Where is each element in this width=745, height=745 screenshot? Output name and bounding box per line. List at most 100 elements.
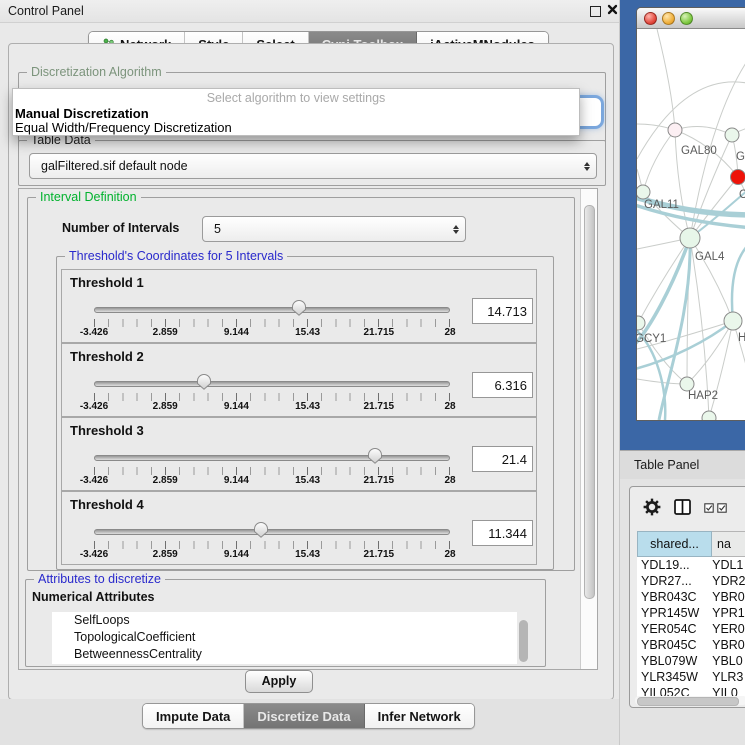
node-bottom[interactable] [702,411,716,420]
attributes-group-title: Attributes to discretize [34,572,165,586]
apply-button[interactable]: Apply [245,670,313,693]
table-row[interactable]: YBL079WYBL0 [637,653,745,669]
slider-thumb[interactable] [367,447,383,464]
numerical-attributes-list[interactable]: SelfLoopsTopologicalCoefficientBetweenne… [52,612,517,664]
attributes-list-scrollbar[interactable] [517,612,531,664]
list-item[interactable]: TopologicalCoefficient [52,629,517,646]
slider-tick-labels: -3.4262.8599.14415.4321.71528 [94,549,450,561]
slider-rail[interactable] [94,381,450,387]
checkbox-icon[interactable] [704,503,714,513]
table-data-combobox[interactable]: galFiltered.sif default node [29,153,597,179]
number-of-intervals-combobox[interactable]: 5 [202,216,466,242]
zoom-traffic-light-icon[interactable] [680,12,693,25]
combobox-stepper-icon [578,162,596,171]
node-selected-red[interactable] [731,170,745,185]
threshold-3-value-field[interactable] [472,446,533,472]
table-row[interactable]: YDR27...YDR2 [637,573,745,589]
tab-discretize-data[interactable]: Discretize Data [244,704,364,728]
tick-label: 15.43 [295,549,320,560]
list-item[interactable]: BetweennessCentrality [52,646,517,663]
slider-rail[interactable] [94,529,450,535]
table-horizontal-scrollbar[interactable] [635,696,745,705]
table-cell: YLR345W [637,669,711,685]
slider-rail[interactable] [94,307,450,313]
threshold-2-slider[interactable]: -3.4262.8599.14415.4321.71528 [94,378,450,412]
node-gal80[interactable] [668,123,682,137]
minimize-traffic-light-icon[interactable] [662,12,675,25]
columns-icon[interactable] [674,499,691,515]
network-canvas[interactable]: GAL80 G GAL11 C GAL4 GCY1 H HAP2 [637,29,745,420]
app-root: Control Panel Network Style Select Cyni … [0,0,745,745]
scrollbar-thumb[interactable] [637,697,739,706]
slider-rail[interactable] [94,455,450,461]
node-label-gal4: GAL4 [695,251,725,263]
node-gal4[interactable] [680,228,700,248]
node-top-right[interactable] [725,128,739,142]
scrollbar-thumb[interactable] [584,205,595,599]
threshold-3-slider[interactable]: -3.4262.8599.14415.4321.71528 [94,452,450,486]
table-cell: YBL0 [711,653,745,669]
slider-ticks [94,541,450,549]
scrollbar-thumb[interactable] [519,620,528,662]
thresholds-group: Threshold's Coordinates for 5 Intervals … [56,256,554,570]
threshold-1-value-field[interactable] [472,298,533,324]
node-hap2[interactable] [680,377,694,391]
network-view-window[interactable]: GAL80 G GAL11 C GAL4 GCY1 H HAP2 [636,7,745,421]
algorithm-dropdown-popup: Select algorithm to view settings Manual… [12,88,580,136]
tick-label: 2.859 [153,401,178,412]
gear-icon[interactable] [643,498,661,516]
node-right[interactable] [724,312,742,330]
close-icon[interactable] [607,4,618,15]
slider-thumb[interactable] [291,299,307,316]
close-traffic-light-icon[interactable] [644,12,657,25]
table-row[interactable]: YPR145WYPR1 [637,605,745,621]
network-nodes[interactable] [637,123,745,420]
node-label-gal80: GAL80 [681,145,717,157]
float-panel-icon[interactable] [590,6,601,17]
tick-label: -3.426 [80,475,108,486]
dropdown-option-equal-width-frequency[interactable]: Equal Width/Frequency Discretization [15,120,232,135]
node-label-partial-low: H [738,332,745,344]
table-cell: YBR0 [711,637,745,653]
table-cell: YBL079W [637,653,711,669]
table-row[interactable]: YBR043CYBR0 [637,589,745,605]
panel-title: Control Panel [8,4,84,18]
tick-label: 9.144 [224,401,249,412]
thresholds-group-title: Threshold's Coordinates for 5 Intervals [65,249,287,263]
node-gcy1[interactable] [637,316,645,330]
slider-ticks [94,319,450,327]
network-window-titlebar[interactable] [637,8,745,29]
control-panel-titlebar: Control Panel [0,0,620,23]
table-cell: YDL1 [711,557,745,573]
threshold-1-label: Threshold 1 [70,275,144,290]
table-row[interactable]: YBR045CYBR0 [637,637,745,653]
threshold-2-value-field[interactable] [472,372,533,398]
threshold-3-label: Threshold 3 [70,423,144,438]
column-header-name[interactable]: na [712,531,745,557]
table-cell: YBR0 [711,589,745,605]
list-item[interactable]: SelfLoops [52,612,517,629]
settings-vertical-scrollbar[interactable] [580,189,598,669]
slider-tick-labels: -3.4262.8599.14415.4321.71528 [94,475,450,487]
tick-label: 2.859 [153,549,178,560]
tick-label: 21.715 [364,401,395,412]
table-row[interactable]: YLR345WYLR3 [637,669,745,685]
table-row[interactable]: YDL19...YDL1 [637,557,745,573]
network-edges [637,29,745,418]
table-panel-titlebar: Table Panel [620,450,745,480]
settings-scroll-area: Interval Definition Number of Intervals … [18,188,598,670]
threshold-4-value-field[interactable] [472,520,533,546]
tab-infer-network[interactable]: Infer Network [365,704,474,728]
table-row[interactable]: YER054CYER0 [637,621,745,637]
tab-impute-data[interactable]: Impute Data [143,704,244,728]
node-gal11[interactable] [637,185,650,199]
dropdown-option-manual-discretization[interactable]: Manual Discretization [15,106,149,121]
threshold-4-slider[interactable]: -3.4262.8599.14415.4321.71528 [94,526,450,560]
slider-thumb[interactable] [253,521,269,538]
threshold-1-slider[interactable]: -3.4262.8599.14415.4321.71528 [94,304,450,338]
column-header-shared[interactable]: shared... [637,531,712,557]
tab-impute-data-label: Impute Data [156,709,230,724]
threshold-2-panel: Threshold 2 -3.4262.8599.14415.4321.7152… [61,343,537,417]
slider-thumb[interactable] [196,373,212,390]
checkbox-icon[interactable] [717,503,727,513]
